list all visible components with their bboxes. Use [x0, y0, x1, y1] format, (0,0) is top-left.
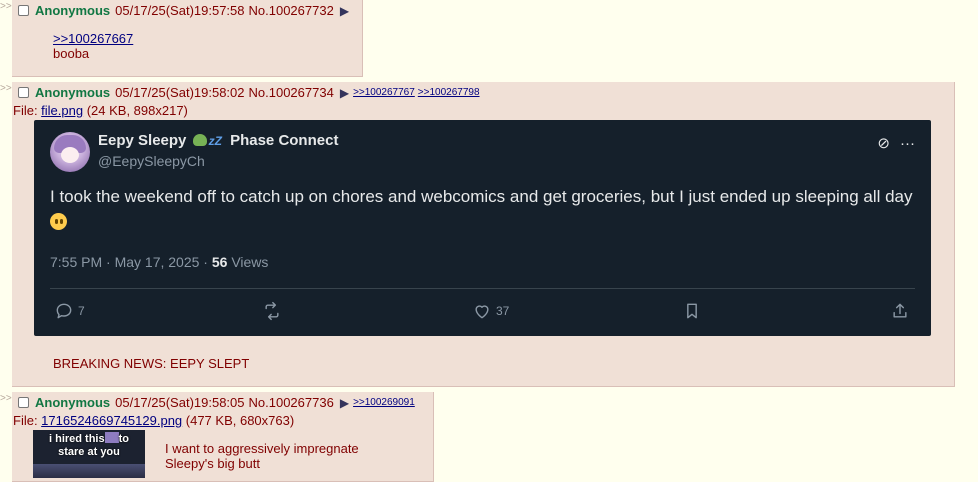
tweet-body: I took the weekend off to catch up on ch… — [50, 187, 913, 206]
tweet-image[interactable]: Eepy Sleepy zZ Phase Connect @EepySleepy… — [34, 120, 931, 336]
like-action: 37 — [472, 301, 509, 321]
side-marker: >> — [0, 1, 12, 12]
tweet-divider — [50, 288, 915, 289]
reply-post: Anonymous 05/17/25(Sat)19:58:02 No.10026… — [12, 82, 955, 387]
zzz-emoji-icon: zZ — [208, 134, 222, 148]
thumbnail-image — [33, 464, 145, 478]
post-number[interactable]: No.100267732 — [249, 3, 334, 18]
file-label: File: — [13, 103, 42, 118]
file-meta: (477 KB, 680x763) — [182, 413, 295, 428]
post-checkbox[interactable] — [18, 397, 29, 408]
poster-name: Anonymous — [35, 85, 111, 100]
views-label: Views — [227, 254, 269, 270]
post-date: 05/17/25(Sat)19:58:02 — [115, 85, 245, 100]
post-date: 05/17/25(Sat)19:57:58 — [115, 3, 245, 18]
message-text: booba — [53, 46, 90, 61]
thumbnail-caption-line2: stare at you — [58, 446, 120, 458]
post-message: >>100267667 booba — [53, 31, 133, 61]
file-link[interactable]: file.png — [41, 103, 83, 118]
post-menu-arrow-icon[interactable]: ▶ — [340, 396, 349, 410]
post-message: I want to aggressively impregnate Sleepy… — [165, 441, 359, 471]
post-menu-arrow-icon[interactable]: ▶ — [340, 4, 349, 18]
share-action — [890, 301, 914, 321]
no-mouth-face-emoji-icon — [50, 213, 67, 230]
grok-icon: ⊘ — [877, 135, 890, 152]
file-info: File: 1716524669745129.png (477 KB, 680x… — [13, 413, 294, 428]
side-marker: >> — [0, 393, 12, 404]
file-info: File: file.png (24 KB, 898x217) — [13, 103, 188, 118]
poster-name: Anonymous — [35, 3, 111, 18]
display-name-suffix: Phase Connect — [230, 132, 339, 149]
file-link[interactable]: 1716524669745129.png — [41, 413, 182, 428]
backlink[interactable]: >>100267798 — [418, 87, 480, 98]
file-label: File: — [13, 413, 42, 428]
like-icon — [475, 305, 489, 319]
post-checkbox[interactable] — [18, 5, 29, 16]
post-message: BREAKING NEWS: EEPY SLEPT — [53, 356, 250, 371]
tweet-top-icons: ⊘ ··· — [867, 134, 915, 152]
thumbnail-caption-part: i hired this — [48, 433, 105, 445]
message-line: I want to aggressively impregnate — [165, 441, 359, 456]
more-icon: ··· — [900, 135, 915, 152]
message-line: Sleepy's big butt — [165, 456, 260, 471]
poster-name: Anonymous — [35, 395, 111, 410]
tweet-text: I took the weekend off to catch up on ch… — [50, 184, 920, 234]
side-marker: >> — [0, 83, 12, 94]
share-icon — [893, 303, 907, 318]
backlink[interactable]: >>100269091 — [353, 397, 415, 408]
views-count: 56 — [211, 254, 228, 270]
tweet-handle: @EepySleepyCh — [98, 153, 205, 169]
post-info: Anonymous 05/17/25(Sat)19:58:02 No.10026… — [18, 85, 483, 100]
post-number[interactable]: No.100267734 — [249, 85, 334, 100]
post-info: Anonymous 05/17/25(Sat)19:58:05 No.10026… — [18, 395, 418, 410]
reply-action: 7 — [54, 301, 85, 321]
post-menu-arrow-icon[interactable]: ▶ — [340, 86, 349, 100]
reply-post: Anonymous 05/17/25(Sat)19:58:05 No.10026… — [12, 392, 434, 482]
backlink[interactable]: >>100267767 — [353, 87, 415, 98]
post-thumbnail[interactable]: i hired this to stare at you — [33, 430, 145, 478]
avatar — [50, 132, 90, 172]
bookmark-action — [682, 301, 706, 321]
post-date: 05/17/25(Sat)19:58:05 — [115, 395, 245, 410]
tweet-display-name: Eepy Sleepy zZ Phase Connect — [98, 132, 338, 149]
retweet-action — [262, 301, 286, 321]
mini-image-icon — [104, 432, 119, 443]
reply-icon — [56, 303, 72, 319]
reply-post: Anonymous 05/17/25(Sat)19:57:58 No.10026… — [12, 0, 363, 77]
tweet-time: 7:55 PM · May 17, 2025 · — [50, 254, 212, 270]
post-number[interactable]: No.100267736 — [249, 395, 334, 410]
quote-link[interactable]: >>100267667 — [53, 31, 133, 46]
thumbnail-caption-part: to — [118, 433, 129, 445]
like-count: 37 — [496, 304, 510, 318]
post-info: Anonymous 05/17/25(Sat)19:57:58 No.10026… — [18, 3, 353, 18]
frog-emoji-icon — [192, 134, 207, 146]
reply-count: 7 — [78, 304, 85, 318]
file-meta: (24 KB, 898x217) — [83, 103, 188, 118]
tweet-meta: 7:55 PM · May 17, 2025 · 56 Views — [50, 254, 268, 270]
retweet-icon — [265, 301, 279, 321]
thumbnail-caption: i hired this to — [33, 432, 145, 446]
display-name: Eepy Sleepy — [98, 132, 187, 149]
post-checkbox[interactable] — [18, 87, 29, 98]
bookmark-icon — [687, 303, 697, 319]
